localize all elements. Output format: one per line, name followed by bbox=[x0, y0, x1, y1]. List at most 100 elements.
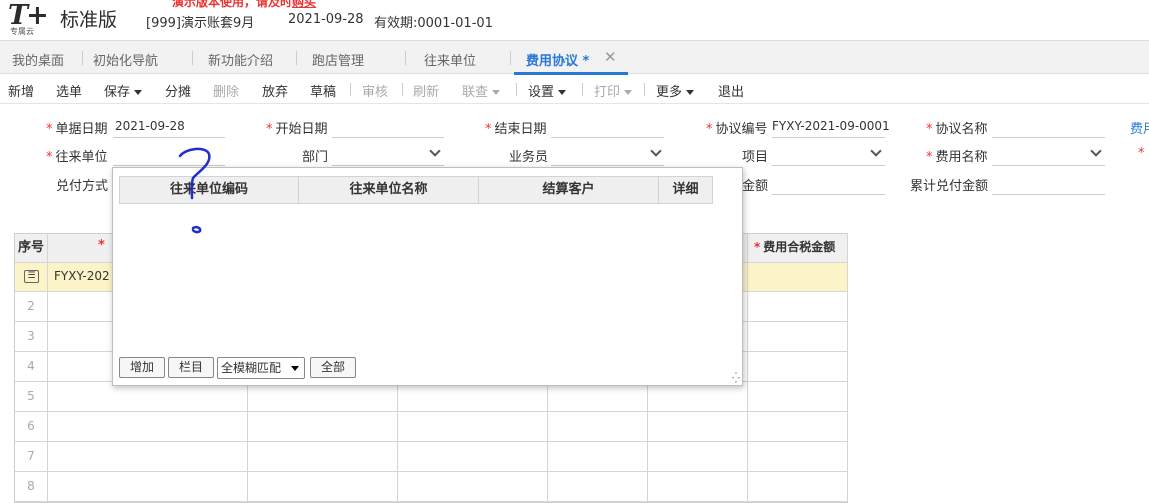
salesperson-field[interactable] bbox=[551, 165, 664, 166]
chevron-down-icon bbox=[492, 90, 501, 95]
grid-cell[interactable] bbox=[748, 412, 848, 442]
start-date-label: * 开始日期 bbox=[266, 122, 328, 137]
expense-link[interactable]: 费用 bbox=[1130, 118, 1149, 137]
cumulative-amount-label: 累计兑付金额 bbox=[910, 179, 989, 194]
grid-cell[interactable] bbox=[398, 442, 548, 472]
row-number: 4 bbox=[15, 352, 48, 382]
more-button[interactable]: 更多 bbox=[656, 81, 695, 100]
edition-label: 标准版 bbox=[60, 9, 118, 31]
linked-query-button[interactable]: 联查 bbox=[462, 81, 501, 100]
tab-separator bbox=[192, 51, 193, 65]
print-button[interactable]: 打印 bbox=[594, 81, 633, 100]
chevron-down-icon bbox=[134, 90, 143, 95]
agreement-name-label: * 协议名称 bbox=[926, 122, 988, 137]
chevron-down-icon[interactable] bbox=[429, 145, 441, 157]
row-number: 2 bbox=[15, 292, 48, 322]
row-number: 5 bbox=[15, 382, 48, 412]
popup-col-partner-name[interactable]: 往来单位名称 bbox=[298, 176, 479, 204]
resize-handle-icon[interactable]: ⁛ bbox=[732, 373, 740, 384]
chevron-down-icon[interactable] bbox=[1090, 145, 1102, 157]
doc-date-field[interactable]: 2021-09-28 bbox=[115, 119, 185, 133]
grid-cell[interactable] bbox=[48, 412, 248, 442]
settings-button[interactable]: 设置 bbox=[528, 81, 567, 100]
audit-button[interactable]: 审核 bbox=[362, 81, 388, 100]
grid-cell[interactable] bbox=[48, 442, 248, 472]
demo-warning: 演示版本使用，请及时购买 bbox=[172, 0, 316, 10]
grid-cell[interactable] bbox=[248, 442, 398, 472]
toolbar-separator bbox=[516, 83, 517, 96]
logo-subtitle: 专属云 bbox=[10, 27, 34, 36]
row-edit-icon[interactable]: ☰ bbox=[24, 270, 39, 283]
agreement-no-field[interactable]: FYXY-2021-09-0001 bbox=[772, 119, 890, 133]
grid-cell[interactable] bbox=[398, 412, 548, 442]
select-doc-button[interactable]: 选单 bbox=[56, 81, 82, 100]
expense-name-field[interactable] bbox=[992, 165, 1105, 166]
save-label: 保存 bbox=[104, 85, 131, 100]
grid-cell[interactable] bbox=[248, 382, 398, 412]
tab-store-visit[interactable]: 跑店管理 bbox=[312, 50, 364, 69]
grid-cell[interactable] bbox=[248, 412, 398, 442]
discard-button[interactable]: 放弃 bbox=[262, 81, 288, 100]
refresh-button[interactable]: 刷新 bbox=[413, 81, 439, 100]
all-button[interactable]: 全部 bbox=[310, 357, 356, 378]
close-icon[interactable]: ✕ bbox=[604, 48, 617, 66]
salesperson-label: 业务员 bbox=[509, 150, 549, 165]
linked-query-label: 联查 bbox=[462, 85, 489, 100]
chevron-down-icon bbox=[624, 90, 633, 95]
amount-field[interactable] bbox=[772, 194, 885, 195]
table-row[interactable]: ☰ bbox=[15, 263, 48, 292]
match-mode-value: 全模糊匹配 bbox=[221, 361, 282, 375]
buy-link[interactable]: 购买 bbox=[292, 0, 316, 9]
new-button[interactable]: 新增 bbox=[8, 81, 34, 100]
more-label: 更多 bbox=[656, 85, 683, 100]
grid-cell[interactable] bbox=[548, 412, 648, 442]
columns-button[interactable]: 栏目 bbox=[168, 357, 214, 378]
tab-new-features[interactable]: 新功能介绍 bbox=[208, 50, 273, 69]
grid-cell[interactable] bbox=[648, 412, 748, 442]
grid-cell[interactable] bbox=[398, 382, 548, 412]
draft-button[interactable]: 草稿 bbox=[310, 81, 336, 100]
tab-expense-agreement[interactable]: 费用协议 * bbox=[526, 50, 589, 69]
grid-cell[interactable] bbox=[548, 442, 648, 472]
popup-col-detail[interactable]: 详细 bbox=[658, 176, 713, 204]
partner-label: * 往来单位 bbox=[46, 150, 108, 165]
tplus-logo: T+ 专属云 bbox=[8, 0, 68, 36]
tab-partners[interactable]: 往来单位 bbox=[424, 50, 476, 69]
tab-separator bbox=[405, 51, 406, 65]
start-date-field[interactable] bbox=[332, 137, 444, 138]
tab-my-desktop[interactable]: 我的桌面 bbox=[12, 50, 64, 69]
tab-init-guide[interactable]: 初始化导航 bbox=[93, 50, 158, 69]
handwritten-question-mark-annotation bbox=[178, 147, 211, 234]
chevron-down-icon[interactable] bbox=[870, 145, 882, 157]
allocate-button[interactable]: 分摊 bbox=[165, 81, 191, 100]
grid-cell[interactable] bbox=[48, 382, 248, 412]
add-button[interactable]: 增加 bbox=[119, 357, 165, 378]
grid-cell[interactable] bbox=[748, 442, 848, 472]
grid-cell[interactable] bbox=[748, 263, 848, 292]
save-button[interactable]: 保存 bbox=[104, 81, 143, 100]
tab-separator bbox=[296, 51, 297, 65]
required-marker: * bbox=[1138, 146, 1145, 161]
exit-button[interactable]: 退出 bbox=[718, 81, 744, 100]
department-field[interactable] bbox=[332, 165, 444, 166]
chevron-down-icon bbox=[558, 90, 567, 95]
row-number: 3 bbox=[15, 322, 48, 352]
row-number: 7 bbox=[15, 442, 48, 472]
grid-cell[interactable] bbox=[548, 382, 648, 412]
popup-col-settlement-customer[interactable]: 结算客户 bbox=[478, 176, 659, 204]
delete-button[interactable]: 删除 bbox=[213, 81, 239, 100]
end-date-field[interactable] bbox=[551, 137, 664, 138]
chevron-down-icon[interactable] bbox=[650, 145, 662, 157]
agreement-name-field[interactable] bbox=[992, 137, 1105, 138]
grid-cell[interactable] bbox=[748, 382, 848, 412]
grid-cell[interactable] bbox=[748, 352, 848, 382]
grid-cell[interactable] bbox=[648, 442, 748, 472]
grid-cell[interactable] bbox=[748, 322, 848, 352]
cumulative-amount-field[interactable] bbox=[992, 194, 1105, 195]
toolbar-separator bbox=[350, 83, 351, 96]
grid-cell[interactable] bbox=[748, 292, 848, 322]
project-field[interactable] bbox=[772, 165, 885, 166]
grid-cell[interactable] bbox=[648, 382, 748, 412]
payment-method-label: 兑付方式 bbox=[56, 179, 109, 194]
match-mode-select[interactable]: 全模糊匹配 bbox=[217, 357, 305, 379]
